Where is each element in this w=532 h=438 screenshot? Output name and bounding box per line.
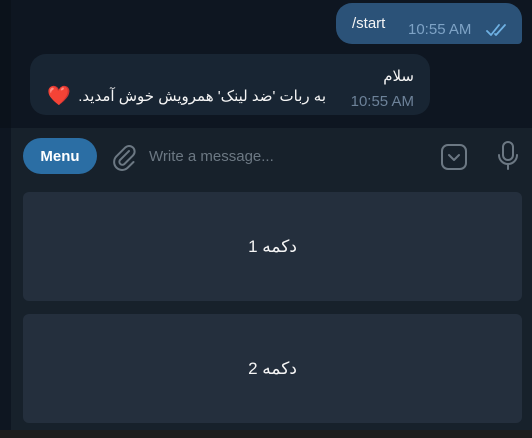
message-composer: Menu [11,128,532,182]
bot-keyboard: دکمه 1 دکمه 2 [11,182,532,430]
sticker-icon[interactable] [439,142,469,172]
menu-button[interactable]: Menu [23,138,97,174]
heart-emoji: ❤️ [47,86,71,107]
outgoing-message-time: 10:55 AM [408,21,472,38]
incoming-message-line-1: سلام [383,68,414,85]
incoming-message-line-2: به ربات 'ضد لینک' همرویش خوش آمدید. [78,88,326,105]
chat-history: /start 10:55 AM سلام به ربات 'ضد لینک' ه… [0,0,532,128]
message-input[interactable] [149,142,419,170]
incoming-message-bubble[interactable]: سلام به ربات 'ضد لینک' همرویش خوش آمدید.… [30,54,430,115]
keyboard-button-1[interactable]: دکمه 1 [23,192,522,301]
left-panel-edge [0,0,11,128]
paperclip-icon[interactable] [109,142,139,172]
double-check-icon [486,24,506,36]
keyboard-button-2[interactable]: دکمه 2 [23,314,522,423]
outgoing-message-text: /start [352,15,386,32]
outgoing-message-bubble[interactable]: /start 10:55 AM [336,3,522,44]
incoming-message-time: 10:55 AM [350,93,414,110]
bottom-edge [0,430,532,438]
microphone-icon[interactable] [495,140,521,172]
